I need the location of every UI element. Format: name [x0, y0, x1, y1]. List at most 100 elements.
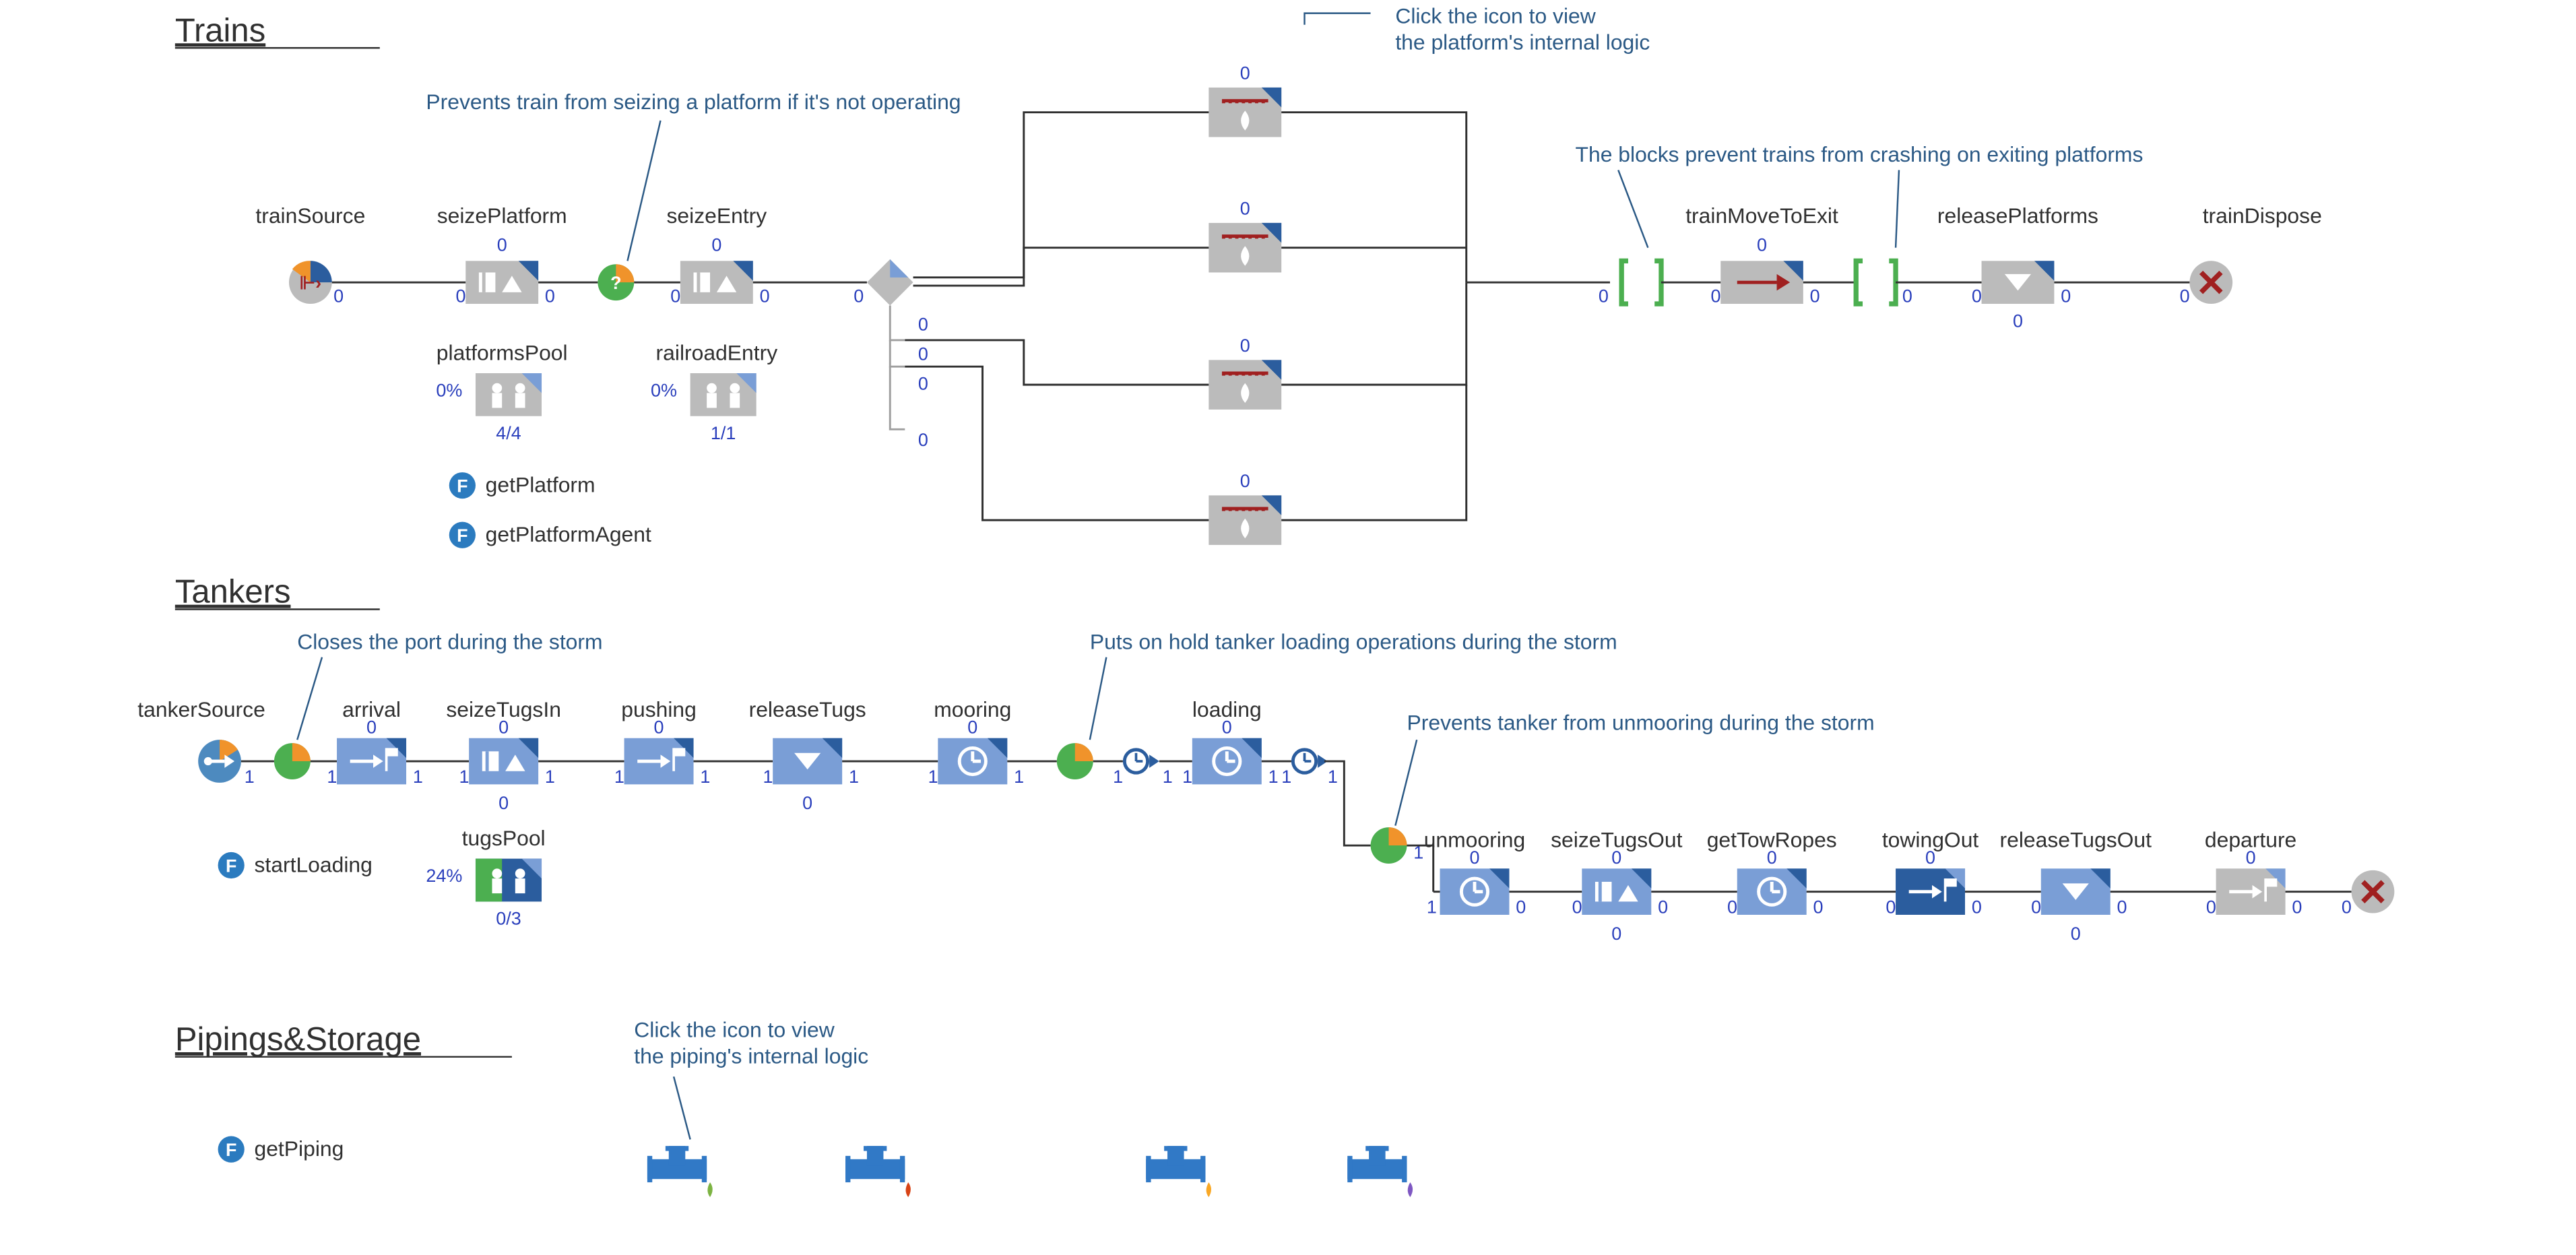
func-get-platform-agent[interactable]	[449, 522, 476, 548]
gate-loading[interactable]	[1057, 743, 1093, 779]
svg-text:0: 0	[2117, 897, 2127, 918]
svg-text:0: 0	[1972, 286, 1982, 307]
tanker-dispose[interactable]	[2352, 870, 2395, 913]
svg-text:0: 0	[1469, 847, 1479, 868]
tugs-pool-block[interactable]	[476, 859, 542, 902]
svg-text:0: 0	[802, 793, 812, 813]
label-seize-platform: seizePlatform	[437, 203, 567, 228]
svg-text:1: 1	[614, 767, 624, 787]
svg-text:0: 0	[1240, 335, 1250, 356]
train-source-block[interactable]	[289, 261, 332, 304]
arrival-block[interactable]	[337, 738, 406, 785]
svg-text:tugsPool: tugsPool	[462, 826, 546, 850]
seize-tugs-out-block[interactable]	[1582, 868, 1651, 915]
tankers-section: Tankers Closes the port during the storm…	[137, 574, 2394, 944]
release-tugs-block[interactable]	[773, 738, 842, 785]
svg-text:0: 0	[2180, 286, 2190, 307]
svg-text:tankerSource: tankerSource	[137, 697, 265, 721]
platform-4[interactable]	[1209, 495, 1281, 545]
svg-text:0: 0	[654, 717, 664, 737]
note-prevents-unmoor: Prevents tanker from unmooring during th…	[1407, 710, 1874, 734]
svg-text:startLoading: startLoading	[255, 852, 373, 876]
piping-1[interactable]	[647, 1146, 713, 1197]
platform-1[interactable]	[1209, 88, 1281, 137]
trains-section: Trains Click the icon to view the platfo…	[175, 3, 2322, 548]
svg-text:0: 0	[366, 717, 377, 737]
piping-3[interactable]	[1146, 1146, 1211, 1197]
svg-text:0: 0	[1240, 199, 1250, 219]
svg-text:getPlatformAgent: getPlatformAgent	[486, 522, 651, 546]
svg-text:1: 1	[1268, 767, 1279, 787]
svg-text:0: 0	[1925, 847, 1935, 868]
seize-platform-block[interactable]	[465, 261, 538, 304]
svg-text:0: 0	[2061, 286, 2071, 307]
diagram-canvas: ⊩› ? F	[0, 0, 2576, 1255]
svg-text:0: 0	[456, 286, 466, 307]
seize-tugs-in-block[interactable]	[469, 738, 538, 785]
func-get-platform[interactable]	[449, 472, 476, 498]
svg-text:1: 1	[1328, 767, 1338, 787]
func-get-piping[interactable]	[218, 1136, 245, 1162]
platform-3[interactable]	[1209, 360, 1281, 410]
svg-text:0: 0	[2013, 311, 2023, 331]
departure-block[interactable]	[2216, 868, 2286, 915]
svg-text:1: 1	[1113, 767, 1123, 787]
svg-text:0: 0	[1658, 897, 1668, 918]
train-dispose-block[interactable]	[2189, 261, 2232, 304]
pushing-block[interactable]	[624, 738, 694, 785]
hold-loading-end[interactable]	[1293, 750, 1327, 773]
svg-text:0: 0	[1611, 924, 1621, 944]
svg-text:0: 0	[967, 717, 977, 737]
svg-text:0: 0	[545, 286, 555, 307]
svg-text:0: 0	[711, 235, 721, 255]
release-platforms-block[interactable]	[1982, 261, 2055, 304]
func-start-loading[interactable]	[218, 852, 245, 878]
hold-loading-start[interactable]	[1124, 750, 1159, 773]
get-tow-ropes-block[interactable]	[1737, 868, 1807, 915]
platform-2[interactable]	[1209, 223, 1281, 273]
release-tugs-out-block[interactable]	[2041, 868, 2111, 915]
seize-entry-block[interactable]	[680, 261, 753, 304]
svg-text:0: 0	[497, 235, 507, 255]
svg-text:0: 0	[2031, 897, 2041, 918]
svg-text:0: 0	[2071, 924, 2081, 944]
svg-text:1: 1	[1281, 767, 1291, 787]
piping-2[interactable]	[845, 1146, 911, 1197]
svg-text:0: 0	[1972, 897, 1982, 918]
svg-text:0: 0	[1599, 286, 1609, 307]
svg-text:0: 0	[1902, 286, 1912, 307]
gate-platform-operating[interactable]	[598, 264, 634, 300]
mooring-block[interactable]	[938, 738, 1007, 785]
svg-text:getPlatform: getPlatform	[486, 472, 595, 496]
svg-text:0: 0	[1222, 717, 1232, 737]
svg-text:0: 0	[918, 314, 928, 334]
svg-text:1: 1	[928, 767, 938, 787]
count-train-source: 0	[333, 286, 344, 307]
gate-unmoor[interactable]	[1371, 827, 1407, 864]
note-closes-port: Closes the port during the storm	[297, 629, 602, 653]
svg-text:1: 1	[459, 767, 469, 787]
restricted-start[interactable]	[1621, 261, 1661, 304]
unmooring-block[interactable]	[1440, 868, 1510, 915]
loading-block[interactable]	[1192, 738, 1262, 785]
restricted-end[interactable]	[1856, 261, 1896, 304]
gate-arrival[interactable]	[274, 743, 311, 779]
label-release-platforms: releasePlatforms	[1937, 203, 2098, 228]
piping-4[interactable]	[1347, 1146, 1413, 1197]
train-move-to-exit-block[interactable]	[1720, 261, 1803, 304]
svg-text:1: 1	[700, 767, 710, 787]
section-title-pipings: Pipings&Storage	[175, 1021, 421, 1058]
select-output[interactable]	[867, 259, 913, 306]
svg-text:0: 0	[760, 286, 770, 307]
railroad-entry-block[interactable]	[690, 373, 756, 416]
towing-out-block[interactable]	[1896, 868, 1965, 915]
svg-text:1: 1	[245, 767, 255, 787]
svg-text:releaseTugs: releaseTugs	[749, 697, 866, 721]
svg-text:1: 1	[763, 767, 773, 787]
svg-text:the piping's internal logic: the piping's internal logic	[634, 1044, 868, 1068]
svg-text:1: 1	[1163, 767, 1173, 787]
tanker-source-block[interactable]	[198, 740, 241, 783]
svg-text:0: 0	[2342, 897, 2352, 918]
platforms-pool-block[interactable]	[476, 373, 542, 416]
svg-text:0: 0	[1572, 897, 1582, 918]
